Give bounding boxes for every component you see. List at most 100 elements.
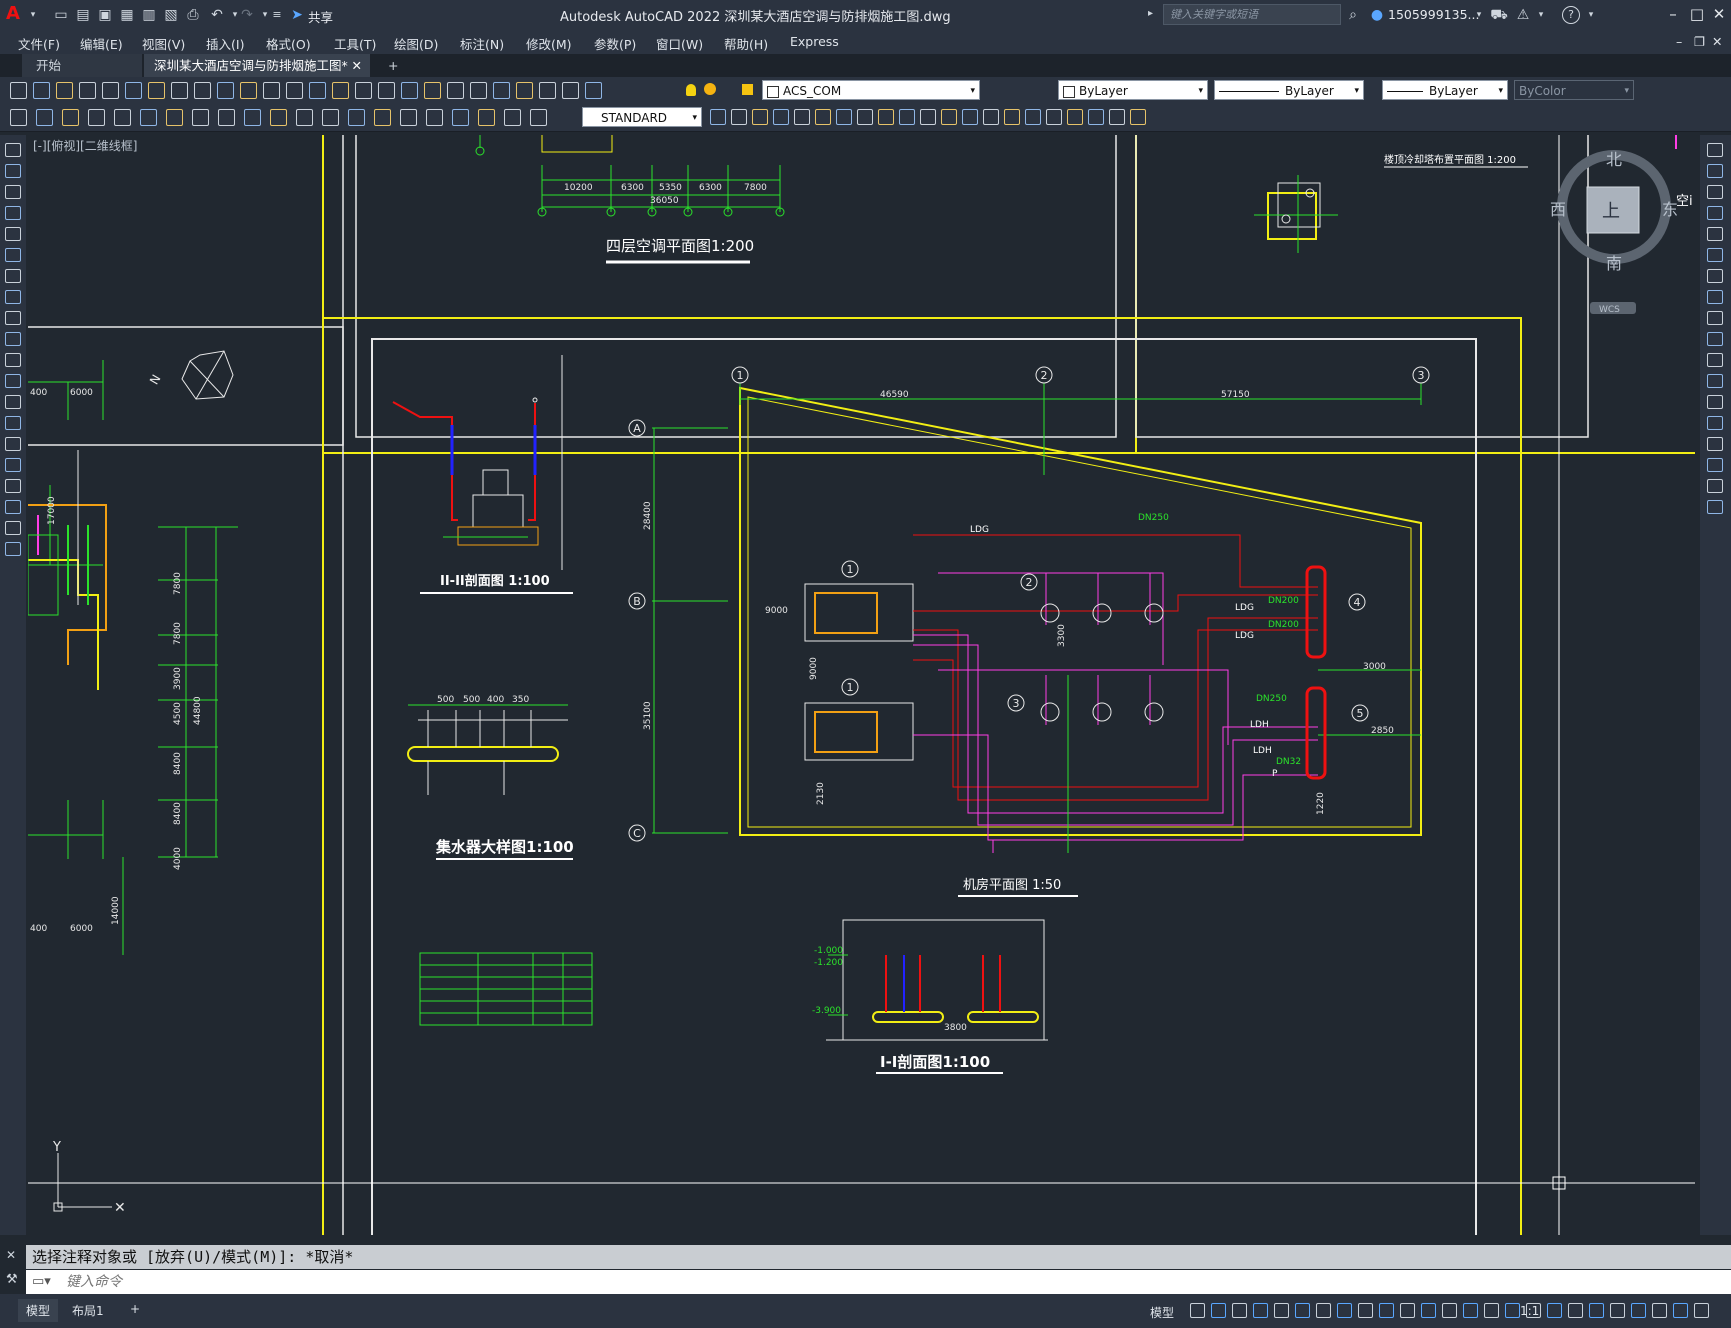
new-file-icon[interactable]: ▭ (52, 6, 70, 24)
move-icon[interactable] (1707, 248, 1723, 262)
ellipse-icon[interactable] (5, 332, 21, 346)
linetype-dropdown[interactable]: ByLayer ▾ (1214, 80, 1364, 100)
mtext-icon[interactable] (1130, 109, 1146, 125)
undo-icon[interactable]: ↶ (208, 6, 226, 24)
help-icon[interactable]: ? (1562, 6, 1580, 24)
polygon-icon[interactable] (5, 206, 21, 220)
osnap-tracking-icon[interactable] (1337, 1303, 1352, 1318)
drawing-svg[interactable]: [-][俯视][二维线框] Y ✕ 10200 6300 5350 6300 7… (28, 135, 1695, 1235)
section-2-title[interactable]: II-II剖面图 1:100 (440, 573, 550, 589)
multiline-text-icon[interactable] (5, 521, 21, 535)
paste-icon[interactable] (217, 82, 234, 99)
customize-status-icon[interactable] (1694, 1303, 1709, 1318)
dim-space-icon[interactable] (296, 109, 313, 126)
model-layout-tab[interactable]: 模型 (18, 1299, 59, 1322)
dim-edit-icon[interactable] (452, 109, 469, 126)
share-icon[interactable]: ➤ (288, 6, 306, 24)
lineweight-toggle-icon[interactable] (1400, 1303, 1415, 1318)
search-input[interactable]: 键入关键字或短语 (1163, 4, 1341, 25)
layer-off-icon[interactable] (815, 109, 831, 125)
fourth-floor-plan[interactable] (475, 135, 785, 217)
layer-previous-icon[interactable] (731, 109, 747, 125)
dim-update-icon[interactable] (504, 109, 521, 126)
layer-properties-icon[interactable] (585, 82, 602, 99)
blend-curves-icon[interactable] (1707, 479, 1723, 493)
zoom-window-icon[interactable] (378, 82, 395, 99)
dim-radius-icon[interactable] (114, 109, 131, 126)
menu-dimension[interactable]: 标注(N) (460, 34, 504, 53)
menu-express[interactable]: Express (790, 34, 839, 49)
jogged-linear-icon[interactable] (426, 109, 443, 126)
help-dropdown-icon[interactable]: ▾ (1582, 6, 1600, 24)
maximize-icon[interactable]: □ (1686, 4, 1708, 24)
dim-jogged-icon[interactable] (140, 109, 157, 126)
viewcube-top[interactable]: 上 (1602, 201, 1620, 222)
transparency-icon[interactable] (1421, 1303, 1436, 1318)
annotation-scale-icon[interactable] (1505, 1303, 1520, 1318)
layer-lock-tb-icon[interactable] (836, 109, 852, 125)
header-title[interactable]: 集水器大样图1:100 (435, 838, 574, 856)
inspect-icon[interactable] (400, 109, 417, 126)
autocad-logo-icon[interactable]: A (6, 4, 24, 24)
section-1-drawing[interactable] (826, 919, 1048, 1041)
hatch-icon[interactable] (1046, 109, 1062, 125)
dim-linear-icon[interactable] (10, 109, 27, 126)
save-as-icon[interactable]: ▦ (118, 6, 136, 24)
qdim-icon[interactable] (218, 109, 235, 126)
section-2-drawing[interactable] (392, 355, 563, 570)
menu-tools[interactable]: 工具(T) (334, 34, 376, 53)
design-center-icon[interactable] (447, 82, 464, 99)
region-tb-icon[interactable] (5, 479, 21, 493)
dim-angular-icon[interactable] (192, 109, 209, 126)
polyline-icon[interactable] (5, 185, 21, 199)
menu-window[interactable]: 窗口(W) (656, 34, 703, 53)
menu-draw[interactable]: 绘图(D) (394, 34, 438, 53)
tab-close-icon[interactable]: ✕ (352, 54, 362, 77)
rectangle-icon[interactable] (5, 227, 21, 241)
zoom-realtime-icon[interactable] (355, 82, 372, 99)
polar-dropdown-icon[interactable] (1295, 1303, 1310, 1318)
layout1-tab[interactable]: 布局1 (64, 1299, 112, 1322)
hatch-tb-icon[interactable] (5, 437, 21, 451)
menu-insert[interactable]: 插入(I) (206, 34, 244, 53)
array-icon[interactable] (1707, 227, 1723, 241)
lineweight-dropdown[interactable]: ByLayer ▾ (1382, 80, 1508, 100)
color-dropdown[interactable]: ByLayer ▾ (1058, 80, 1208, 100)
gradient-tb-icon[interactable] (5, 458, 21, 472)
mirror-icon[interactable] (1707, 185, 1723, 199)
layer-unlock-icon[interactable] (857, 109, 873, 125)
save-web-icon[interactable]: ▧ (162, 6, 180, 24)
clean-screen-icon[interactable] (1673, 1303, 1688, 1318)
rotate-icon[interactable] (1707, 269, 1723, 283)
erase-icon[interactable] (1707, 143, 1723, 157)
viewcube-south[interactable]: 南 (1606, 254, 1622, 273)
menu-view[interactable]: 视图(V) (142, 34, 185, 53)
copy-icon[interactable] (194, 82, 211, 99)
layer-merge-icon[interactable] (941, 109, 957, 125)
left-plan-partial[interactable] (28, 360, 238, 955)
menu-help[interactable]: 帮助(H) (724, 34, 768, 53)
search-expand-icon[interactable]: ▸ (1148, 8, 1153, 19)
dim-ordinate-icon[interactable] (88, 109, 105, 126)
copy-object-icon[interactable] (1707, 164, 1723, 178)
command-close-icon[interactable]: ✕ (6, 1248, 16, 1262)
autodesk-app-icon[interactable]: ⚠ (1514, 6, 1532, 24)
join-icon[interactable] (1707, 416, 1723, 430)
qnew-icon[interactable] (10, 82, 27, 99)
break-at-point-icon[interactable] (1707, 374, 1723, 388)
north-arrow[interactable] (181, 350, 234, 400)
layer-isolate-icon[interactable] (752, 109, 768, 125)
section-1-title[interactable]: I-I剖面图1:100 (880, 1053, 990, 1071)
undo-tb-icon[interactable] (286, 82, 303, 99)
workspace-dropdown-icon[interactable] (1547, 1303, 1562, 1318)
doc-close-icon[interactable]: ✕ (1712, 34, 1722, 49)
dim-style-icon[interactable] (530, 109, 547, 126)
layer-copy-icon[interactable] (899, 109, 915, 125)
annotation-monitor-icon[interactable] (1568, 1303, 1583, 1318)
table-tb-icon[interactable] (5, 500, 21, 514)
dim-diameter-icon[interactable] (166, 109, 183, 126)
ellipse-arc-icon[interactable] (5, 353, 21, 367)
command-prompt-icon[interactable]: ▭▾ (32, 1274, 51, 1289)
region-icon[interactable] (1088, 109, 1104, 125)
snap-dropdown-icon[interactable] (1232, 1303, 1247, 1318)
